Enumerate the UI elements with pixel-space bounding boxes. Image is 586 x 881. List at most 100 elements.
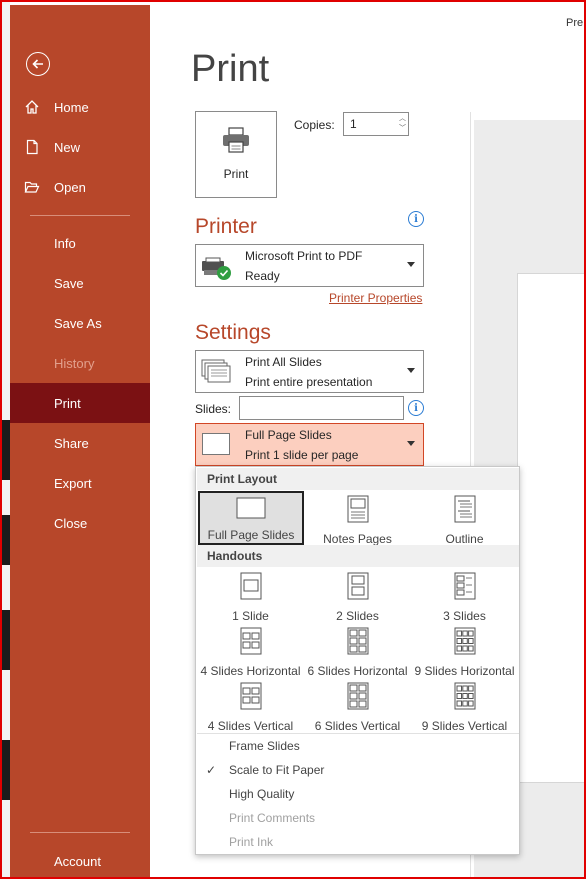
print-range-desc: Print entire presentation	[245, 375, 373, 389]
handout-9-vertical[interactable]: 9 Slides Vertical	[411, 678, 518, 733]
layout-notes-pages[interactable]: Notes Pages	[304, 491, 411, 546]
back-arrow-icon[interactable]	[26, 52, 50, 76]
nav-share[interactable]: Share	[10, 423, 150, 463]
handout-4-horizontal-icon	[240, 627, 262, 660]
layout-dropdown[interactable]: Full Page Slides Print 1 slide per page	[195, 423, 424, 466]
layout-item-label: Outline	[445, 532, 484, 546]
handout-label: 3 Slides	[443, 609, 486, 623]
printer-name: Microsoft Print to PDF	[245, 249, 363, 263]
info-icon[interactable]: i	[408, 400, 424, 416]
printer-status: Ready	[245, 269, 280, 283]
print-range-dropdown[interactable]: Print All Slides Print entire presentati…	[195, 350, 424, 393]
option-frame-slides[interactable]: Frame Slides	[229, 739, 300, 753]
layout-desc: Print 1 slide per page	[245, 448, 359, 462]
print-button[interactable]: Print	[195, 111, 277, 198]
print-preview-page	[517, 273, 586, 783]
nav-history-label: History	[54, 355, 95, 371]
handout-3-slides[interactable]: 3 Slides	[411, 568, 518, 623]
notes-pages-icon	[347, 495, 369, 528]
handout-label: 4 Slides Horizontal	[200, 664, 301, 678]
nav-print[interactable]: Print	[10, 383, 150, 423]
outline-icon	[454, 495, 476, 528]
option-high-quality[interactable]: High Quality	[229, 787, 294, 801]
printer-properties-link[interactable]: Printer Properties	[329, 291, 422, 305]
handout-6-horizontal[interactable]: 6 Slides Horizontal	[304, 623, 411, 678]
backstage-sidebar: Home New Open Info Save Save As History …	[10, 5, 150, 879]
home-icon	[10, 99, 54, 115]
handout-2-slides-icon	[347, 572, 369, 605]
handout-3-slides-icon	[454, 572, 476, 605]
spin-up-icon[interactable]: ︿	[399, 115, 406, 123]
handout-label: 6 Slides Vertical	[314, 719, 401, 733]
menu-separator	[197, 733, 519, 734]
printer-icon	[221, 126, 251, 159]
handout-1-slide-icon	[240, 572, 262, 605]
background-window-strip	[0, 0, 10, 879]
nav-account-label: Account	[54, 853, 101, 869]
chevron-down-icon	[407, 262, 415, 267]
print-button-label: Print	[223, 167, 249, 181]
print-range-title: Print All Slides	[245, 355, 322, 369]
slides-stack-icon	[201, 359, 233, 390]
printer-dropdown[interactable]: Microsoft Print to PDF Ready	[195, 244, 424, 287]
handout-1-slide[interactable]: 1 Slide	[197, 568, 304, 623]
folder-open-icon	[10, 179, 54, 195]
nav-home-label: Home	[54, 99, 89, 115]
option-print-comments: Print Comments	[229, 811, 316, 825]
spin-down-icon[interactable]: ﹀	[399, 125, 406, 133]
handout-9-horizontal[interactable]: 9 Slides Horizontal	[411, 623, 518, 678]
print-layout-heading: Print Layout	[197, 468, 519, 490]
nav-share-label: Share	[54, 435, 89, 451]
handout-label: 9 Slides Horizontal	[414, 664, 515, 678]
nav-history: History	[10, 343, 150, 383]
nav-export[interactable]: Export	[10, 463, 150, 503]
nav-home[interactable]: Home	[10, 87, 150, 127]
handouts-heading: Handouts	[197, 545, 519, 567]
nav-open[interactable]: Open	[10, 167, 150, 207]
nav-account[interactable]: Account	[10, 841, 150, 881]
sidebar-separator	[30, 832, 130, 833]
page-title: Print	[191, 48, 270, 90]
handout-6-vertical[interactable]: 6 Slides Vertical	[304, 678, 411, 733]
printer-heading: Printer	[195, 215, 257, 238]
new-document-icon	[10, 139, 54, 155]
nav-save[interactable]: Save	[10, 263, 150, 303]
copies-label: Copies:	[294, 118, 335, 132]
sidebar-separator	[30, 215, 130, 216]
handout-9-horizontal-icon	[454, 627, 476, 660]
handout-6-horizontal-icon	[347, 627, 369, 660]
handout-9-vertical-icon	[454, 682, 476, 715]
slides-input[interactable]	[239, 396, 404, 420]
nav-open-label: Open	[54, 179, 86, 195]
nav-new[interactable]: New	[10, 127, 150, 167]
handout-label: 2 Slides	[336, 609, 379, 623]
nav-save-as[interactable]: Save As	[10, 303, 150, 343]
nav-save-label: Save	[54, 275, 84, 291]
handout-4-vertical[interactable]: 4 Slides Vertical	[197, 678, 304, 733]
handout-4-horizontal[interactable]: 4 Slides Horizontal	[197, 623, 304, 678]
nav-print-label: Print	[54, 395, 81, 411]
nav-close[interactable]: Close	[10, 503, 150, 543]
handout-label: 1 Slide	[232, 609, 269, 623]
settings-heading: Settings	[195, 321, 271, 344]
handout-label: 4 Slides Vertical	[207, 719, 294, 733]
handout-label: 6 Slides Horizontal	[307, 664, 408, 678]
handout-2-slides[interactable]: 2 Slides	[304, 568, 411, 623]
slides-label: Slides:	[195, 402, 232, 416]
info-icon[interactable]: i	[408, 211, 424, 227]
layout-item-label: Full Page Slides	[207, 528, 295, 542]
option-scale-to-fit[interactable]: Scale to Fit Paper	[229, 763, 324, 777]
nav-export-label: Export	[54, 475, 92, 491]
nav-new-label: New	[54, 139, 81, 155]
layout-outline[interactable]: Outline	[411, 491, 518, 546]
layout-full-page-slides[interactable]: Full Page Slides	[198, 491, 304, 545]
layout-title: Full Page Slides	[245, 428, 332, 442]
option-print-ink: Print Ink	[229, 835, 274, 849]
copies-stepper[interactable]: 1 ︿ ﹀	[343, 112, 409, 136]
checkmark-icon: ✓	[206, 763, 217, 777]
nav-save-as-label: Save As	[54, 315, 102, 331]
printer-ready-icon	[201, 257, 233, 286]
nav-info[interactable]: Info	[10, 223, 150, 263]
copies-value: 1	[350, 117, 357, 131]
layout-menu: Print Layout Full Page Slides Notes Page…	[195, 466, 520, 855]
